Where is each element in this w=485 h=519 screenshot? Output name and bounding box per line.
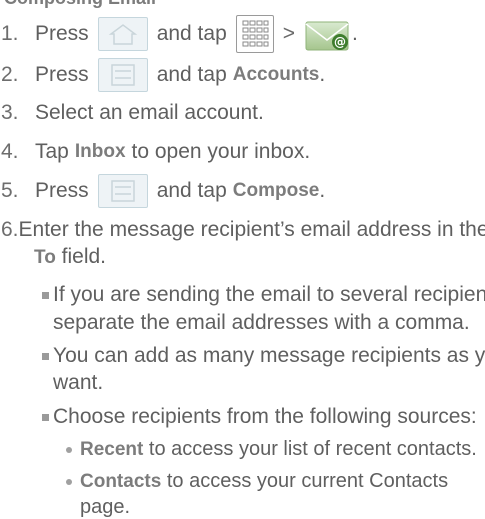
step-text: Press bbox=[35, 179, 89, 202]
step-number: 2. bbox=[1, 63, 19, 86]
step-number: 5. bbox=[1, 179, 19, 202]
step-number: 3. bbox=[1, 101, 19, 124]
bullet-item-continued: separate the email addresses with a comm… bbox=[53, 311, 470, 334]
menu-icon bbox=[110, 64, 135, 86]
home-key[interactable] bbox=[97, 17, 148, 51]
source-item-continued: page. bbox=[80, 496, 131, 518]
square-bullet-icon bbox=[42, 291, 49, 299]
step-text: Press bbox=[35, 22, 89, 45]
to-field-label: To bbox=[34, 247, 56, 268]
inbox-label: Inbox bbox=[74, 141, 126, 162]
step-text: Tap bbox=[35, 140, 69, 163]
square-bullet-icon bbox=[42, 413, 49, 421]
apps-button[interactable] bbox=[235, 15, 274, 53]
source-item-contacts: Contacts to access your current Contacts bbox=[66, 470, 448, 493]
step-end: . bbox=[319, 63, 326, 86]
step-5: 5. Press and tap Compose . bbox=[0, 172, 485, 210]
bullet-item: If you are sending the email to several … bbox=[42, 283, 485, 307]
email-envelope-icon: @ bbox=[305, 21, 349, 51]
step-2: 2. Press and tap Accounts . bbox=[0, 56, 485, 94]
step-6-continued: To field. bbox=[34, 245, 106, 269]
step-end: . bbox=[319, 179, 326, 202]
home-icon bbox=[108, 24, 137, 45]
source-item-recent: Recent to access your list of recent con… bbox=[66, 438, 477, 461]
step-text: and tap bbox=[156, 63, 227, 86]
step-6: 6. Enter the message recipient’s email a… bbox=[0, 215, 485, 245]
step-text: to open your inbox. bbox=[131, 140, 311, 163]
step-text: and tap bbox=[156, 179, 227, 202]
step-number: 4. bbox=[1, 140, 19, 163]
bullet-item: You can add as many message recipients a… bbox=[42, 344, 485, 368]
step-end: . bbox=[352, 22, 358, 45]
arrow-separator: > bbox=[282, 22, 296, 45]
step-text: Press bbox=[35, 63, 89, 86]
step-text: and tap bbox=[156, 22, 227, 45]
step-4: 4. Tap Inbox to open your inbox. bbox=[0, 137, 485, 167]
email-app-icon[interactable]: @ bbox=[304, 16, 352, 52]
accounts-label: Accounts bbox=[232, 64, 320, 85]
menu-key[interactable] bbox=[97, 58, 148, 92]
svg-text:@: @ bbox=[334, 35, 346, 49]
step-1: 1. Press and tap > @ . bbox=[0, 14, 485, 54]
step-text: Select an email account. bbox=[35, 101, 264, 124]
step-number: 1. bbox=[1, 22, 19, 45]
bullet-item: Choose recipients from the following sou… bbox=[42, 405, 477, 429]
step-text: Enter the message recipient’s email addr… bbox=[18, 218, 485, 241]
compose-label: Compose bbox=[232, 180, 320, 201]
page-header: Composing Email bbox=[4, 0, 156, 9]
menu-icon bbox=[110, 180, 135, 202]
apps-grid-icon bbox=[242, 20, 269, 47]
square-bullet-icon bbox=[42, 352, 49, 360]
menu-key[interactable] bbox=[97, 174, 148, 208]
bullet-item-continued: want. bbox=[53, 371, 104, 394]
dot-bullet-icon bbox=[66, 446, 72, 453]
step-text: field. bbox=[61, 245, 107, 268]
step-3: 3. Select an email account. bbox=[0, 98, 485, 128]
step-number: 6. bbox=[1, 218, 19, 241]
dot-bullet-icon bbox=[66, 478, 72, 485]
